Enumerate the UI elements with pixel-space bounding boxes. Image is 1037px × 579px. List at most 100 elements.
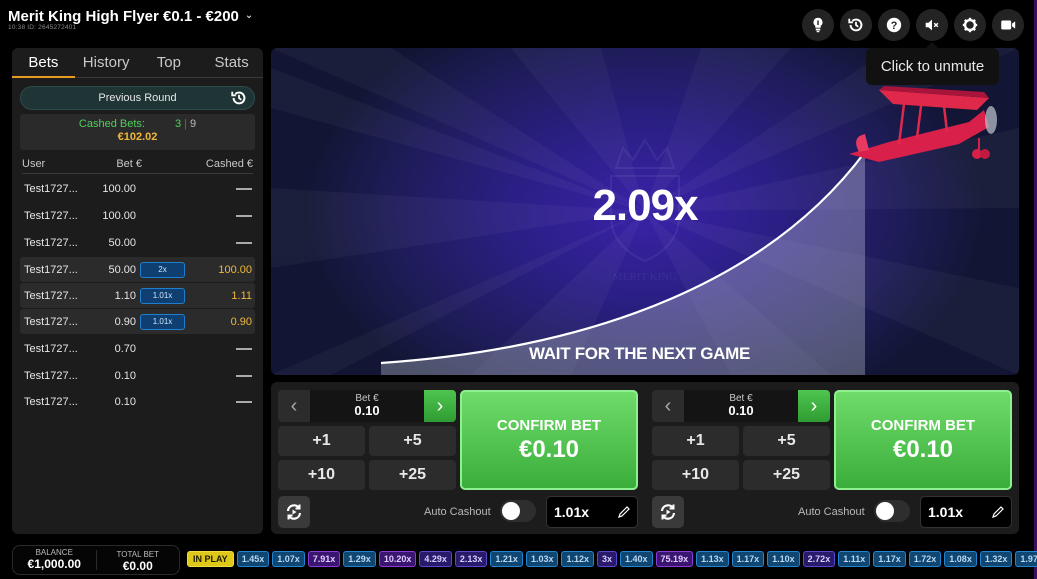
help-icon[interactable]: ? xyxy=(878,9,910,41)
chevron-right-icon: › xyxy=(436,394,444,417)
history-icon[interactable] xyxy=(840,9,872,41)
cashed-bets-count: 3 | 9 xyxy=(174,118,197,130)
tab-history[interactable]: History xyxy=(75,48,138,77)
auto-cashout-label: Auto Cashout xyxy=(798,506,865,518)
history-multiplier-chip[interactable]: 10.20x xyxy=(378,551,417,567)
total-bet-label: TOTAL BET xyxy=(116,550,160,559)
auto-cashout-label: Auto Cashout xyxy=(424,506,491,518)
history-multiplier-chip[interactable]: 1.10x xyxy=(767,551,800,567)
quick-add-10-button[interactable]: +10 xyxy=(652,460,739,490)
chevron-right-icon: › xyxy=(810,394,818,417)
game-canvas: MERIT KING 2.09x WAIT FOR THE NEXT GAME xyxy=(271,48,1019,375)
history-multiplier-chip[interactable]: 3x xyxy=(597,551,618,567)
quick-add-1-button[interactable]: +1 xyxy=(652,426,739,456)
history-multiplier-chip[interactable]: 1.21x xyxy=(490,551,523,567)
quick-add-10-button[interactable]: +10 xyxy=(278,460,365,490)
confirm-bet-button[interactable]: CONFIRM BET €0.10 xyxy=(460,390,638,490)
autoplay-button[interactable] xyxy=(652,496,684,528)
decrease-bet-button[interactable]: ‹ xyxy=(278,390,310,422)
cashed-total: €102.02 xyxy=(117,131,158,143)
lightbulb-icon[interactable] xyxy=(802,9,834,41)
chevron-down-icon: ⌄ xyxy=(244,10,254,21)
bet-amount-stepper: ‹ Bet € 0.10 › xyxy=(278,390,456,422)
previous-round-label: Previous Round xyxy=(98,92,177,104)
auto-cashout-value: 1.01x xyxy=(554,504,590,520)
game-title-dropdown[interactable]: Merit King High Flyer €0.1 - €200 ⌄ xyxy=(8,8,253,25)
history-multiplier-chip[interactable]: 1.45x xyxy=(236,551,270,567)
quick-add-25-button[interactable]: +25 xyxy=(743,460,830,490)
tab-stats[interactable]: Stats xyxy=(200,48,263,77)
settings-icon[interactable] xyxy=(954,9,986,41)
bet-multiplier-cell: 1.01x xyxy=(140,287,192,304)
bet-amount-value: 0.10 xyxy=(728,403,754,418)
history-multiplier-chip[interactable]: 1.17x xyxy=(873,551,906,567)
bet-row: Test1727... 100.00 xyxy=(20,176,255,203)
auto-cashout-input[interactable]: 1.01x xyxy=(546,496,638,528)
pencil-icon xyxy=(992,506,1004,518)
history-multiplier-chip[interactable]: 1.13x xyxy=(696,551,729,567)
confirm-bet-amount: €0.10 xyxy=(892,435,954,463)
history-multiplier-chip[interactable]: 1.08x xyxy=(944,551,977,567)
confirm-bet-amount: €0.10 xyxy=(518,435,580,463)
increase-bet-button[interactable]: › xyxy=(424,390,456,422)
pencil-icon xyxy=(618,506,630,518)
bet-controls: ‹ Bet € 0.10 › +1 +5 +10 +25 CONFIRM BET… xyxy=(271,382,1019,534)
chevron-left-icon: ‹ xyxy=(290,394,298,417)
history-multiplier-chip[interactable]: 1.97x xyxy=(1015,551,1037,567)
quick-add-1-button[interactable]: +1 xyxy=(278,426,365,456)
history-multiplier-chip[interactable]: 1.11x xyxy=(838,551,871,567)
increase-bet-button[interactable]: › xyxy=(798,390,830,422)
quick-add-5-button[interactable]: +5 xyxy=(369,426,456,456)
history-multiplier-chip[interactable]: 1.17x xyxy=(731,551,765,567)
history-multiplier-chip[interactable]: 75.19x xyxy=(655,551,694,567)
previous-round-button[interactable]: Previous Round xyxy=(20,86,255,110)
bet-amount-stepper: ‹ Bet € 0.10 › xyxy=(652,390,830,422)
dash-icon xyxy=(236,401,252,404)
auto-cashout-input[interactable]: 1.01x xyxy=(920,496,1012,528)
quick-add-5-button[interactable]: +5 xyxy=(743,426,830,456)
toolbar: ? xyxy=(802,9,1024,41)
history-multiplier-chip[interactable]: 7.91x xyxy=(307,551,341,567)
bet-amount: 100.00 xyxy=(102,210,136,223)
video-icon[interactable] xyxy=(992,9,1024,41)
balance-summary: BALANCE €1,000.00 TOTAL BET €0.00 xyxy=(12,545,180,575)
bet-amount-value: 0.10 xyxy=(354,403,380,418)
history-multiplier-chip[interactable]: 1.07x xyxy=(272,551,305,567)
bets-table-body: Test1727... 100.00 Test1727... 100.00 Test17… xyxy=(20,176,255,416)
toggle-knob xyxy=(502,502,520,520)
tab-bets[interactable]: Bets xyxy=(12,48,75,78)
auto-cashout-toggle[interactable] xyxy=(500,500,536,522)
history-multiplier-chip[interactable]: 2.13x xyxy=(454,551,488,567)
cashout-multiplier-badge: 2x xyxy=(140,261,185,278)
tab-top[interactable]: Top xyxy=(138,48,201,77)
history-multiplier-chip[interactable]: 4.29x xyxy=(419,551,452,567)
history-multiplier-chip[interactable]: 1.12x xyxy=(561,551,594,567)
bet-row: Test1727... 50.00 xyxy=(20,230,255,257)
bet-multiplier-cell: 2x xyxy=(140,261,192,278)
round-info: 10:38 ID: 2645272401 xyxy=(8,24,77,31)
history-multiplier-chip[interactable]: 1.32x xyxy=(979,551,1013,567)
history-multiplier-chip[interactable]: 1.03x xyxy=(525,551,559,567)
bet-amount: 0.10 xyxy=(114,396,136,409)
bet-amount-field[interactable]: Bet € 0.10 xyxy=(310,390,424,422)
quick-add-25-button[interactable]: +25 xyxy=(369,460,456,490)
decrease-bet-button[interactable]: ‹ xyxy=(652,390,684,422)
history-multiplier-chip[interactable]: 1.29x xyxy=(343,551,376,567)
confirm-bet-button[interactable]: CONFIRM BET €0.10 xyxy=(834,390,1012,490)
history-multiplier-chip[interactable]: 1.40x xyxy=(620,551,653,567)
toggle-knob xyxy=(876,502,894,520)
not-cashed-dash xyxy=(192,343,252,355)
cashed-amount: 0.90 xyxy=(230,315,252,328)
autoplay-button[interactable] xyxy=(278,496,310,528)
dash-icon xyxy=(236,215,252,218)
history-multiplier-chip[interactable]: 1.72x xyxy=(908,551,942,567)
mute-icon[interactable] xyxy=(916,9,948,41)
bet-row: Test1727... 0.90 1.01x 0.90 xyxy=(20,309,255,335)
dash-icon xyxy=(236,374,252,377)
confirm-bet-label: CONFIRM BET xyxy=(496,416,602,434)
bet-user: Test1727... xyxy=(24,263,78,276)
auto-cashout-toggle[interactable] xyxy=(874,500,910,522)
bet-amount-field[interactable]: Bet € 0.10 xyxy=(684,390,798,422)
bet-user: Test1727... xyxy=(24,210,78,223)
history-multiplier-chip[interactable]: 2.72x xyxy=(802,551,836,567)
